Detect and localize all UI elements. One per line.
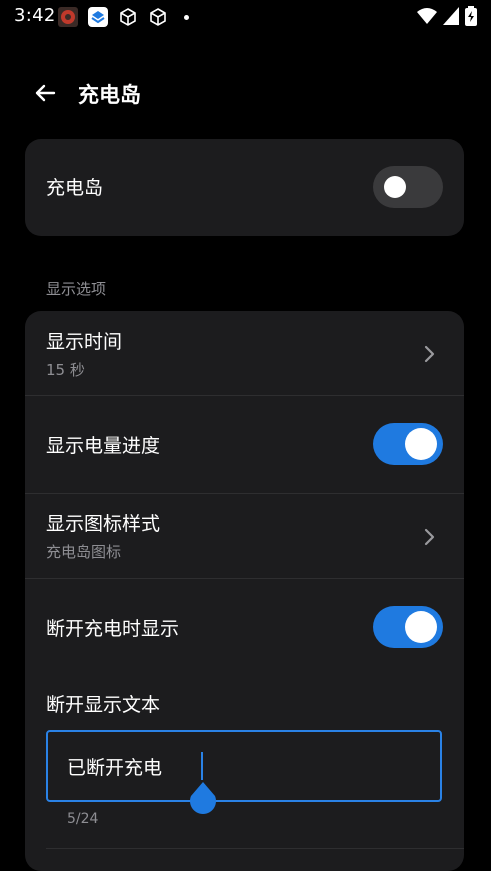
cube-icon [118,7,138,27]
disconnect-text-input[interactable]: 已断开充电 [46,730,442,814]
disconnect-text-label: 断开显示文本 [46,694,161,716]
toggle-knob [405,611,437,643]
toggle-knob [384,176,406,198]
notification-icons [58,7,189,27]
display-options-card: 显示时间 15 秒 显示电量进度 显示图标样式 充电岛图标 断开充电时显示 断开… [25,311,464,871]
show-battery-progress-row: 显示电量进度 [25,395,464,493]
divider [46,848,464,849]
display-options-header: 显示选项 [46,280,107,298]
icon-style-label: 显示图标样式 [46,513,161,535]
show-time-row[interactable]: 显示时间 15 秒 [25,311,464,395]
character-counter: 5/24 [67,811,99,827]
toggle-knob [405,428,437,460]
wifi-icon [417,7,437,25]
back-button[interactable] [30,78,60,108]
chevron-right-icon [424,345,435,363]
status-time: 3:42 [14,5,56,26]
text-cursor [201,752,203,780]
show-battery-progress-toggle[interactable] [373,423,443,465]
show-on-disconnect-label: 断开充电时显示 [46,618,180,640]
charging-island-toggle[interactable] [373,166,443,208]
more-dot-icon [184,14,189,20]
icon-style-value: 充电岛图标 [46,543,122,561]
show-on-disconnect-row: 断开充电时显示 [25,578,464,680]
show-on-disconnect-toggle[interactable] [373,606,443,648]
page-title: 充电岛 [78,83,141,107]
system-icons [411,6,477,26]
icon-style-row[interactable]: 显示图标样式 充电岛图标 [25,493,464,578]
cursor-handle-icon[interactable] [189,782,217,816]
charging-island-card: 充电岛 [25,139,464,236]
app-bar: 充电岛 [0,70,491,116]
charging-island-label: 充电岛 [46,177,104,199]
status-bar: 3:42 [0,0,491,34]
battery-charging-icon [465,6,477,26]
arrow-left-icon [35,84,56,102]
cube-icon [148,7,168,27]
show-time-value: 15 秒 [46,361,85,379]
app-icon-red-circle-icon [58,7,78,27]
disconnect-text-value: 已断开充电 [67,757,163,779]
signal-icon [443,7,459,25]
layers-icon [88,7,108,27]
show-battery-progress-label: 显示电量进度 [46,435,161,457]
chevron-right-icon [424,528,435,546]
show-time-label: 显示时间 [46,331,123,353]
